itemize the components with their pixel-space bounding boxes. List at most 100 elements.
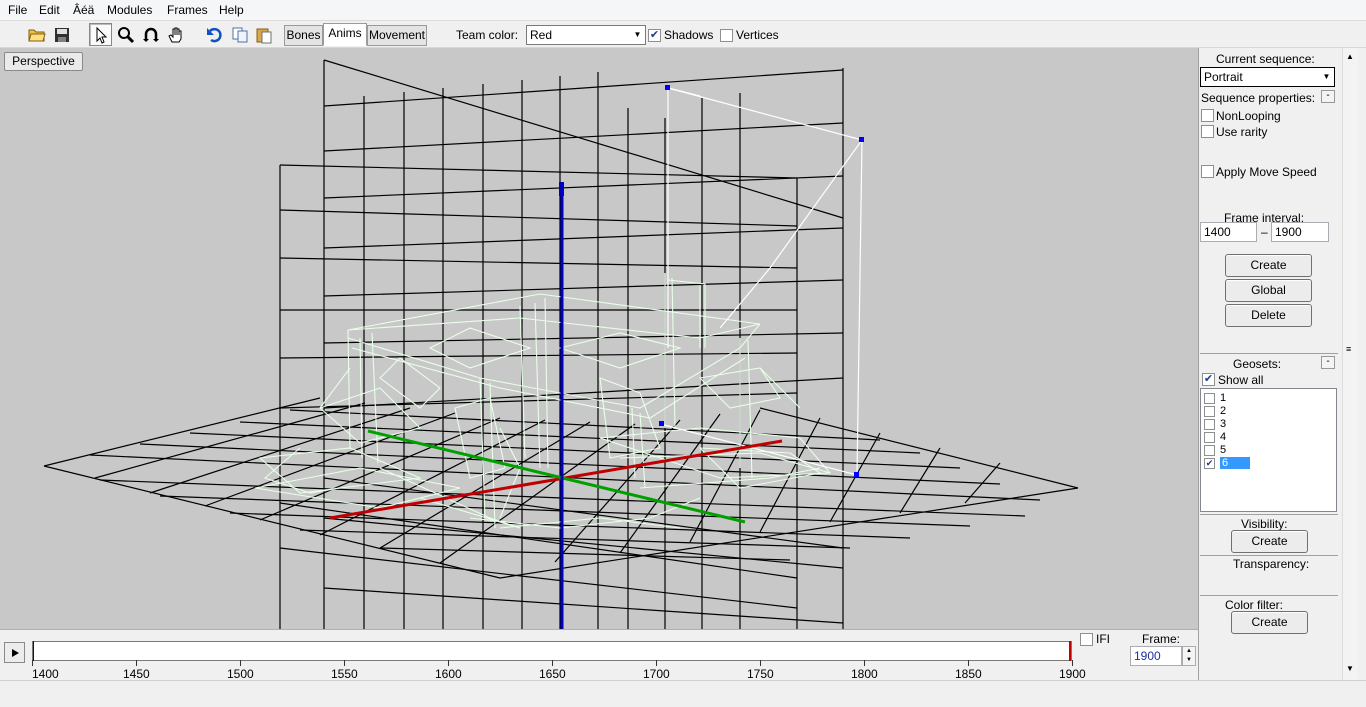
vertices-checkbox[interactable] xyxy=(720,29,733,42)
color-filter-create-button[interactable]: Create xyxy=(1231,611,1308,634)
timeline-tick xyxy=(968,660,969,666)
geoset-list[interactable]: 1 2 3 4 5 ✔ 6 xyxy=(1200,388,1337,512)
divider xyxy=(1200,514,1338,515)
copy-button[interactable] xyxy=(228,23,251,46)
panel-scrollbar[interactable]: ▲ ≡ ▼ xyxy=(1342,48,1358,680)
timeline-cursor[interactable] xyxy=(1069,641,1071,661)
use-rarity-checkbox[interactable] xyxy=(1201,125,1214,138)
perspective-button[interactable]: Perspective xyxy=(4,52,83,71)
color-filter-label: Color filter: xyxy=(1225,598,1284,612)
x-axis xyxy=(329,439,783,520)
nonlooping-label: NonLooping xyxy=(1216,109,1281,123)
pan-tool-button[interactable] xyxy=(164,23,187,46)
apply-move-speed-label: Apply Move Speed xyxy=(1216,165,1317,179)
team-color-select[interactable]: Red ▼ xyxy=(526,25,646,45)
timeline-tick xyxy=(552,660,553,666)
current-sequence-select[interactable]: Portrait ▼ xyxy=(1200,67,1335,87)
menu-edit[interactable]: Edit xyxy=(37,3,62,17)
folder-open-icon xyxy=(27,29,46,41)
magnifier-icon xyxy=(117,26,134,43)
divider xyxy=(1200,595,1338,596)
control-points[interactable] xyxy=(659,85,864,477)
timeline-tick xyxy=(1072,660,1073,666)
scroll-down-icon[interactable]: ▼ xyxy=(1346,664,1354,673)
scroll-up-icon[interactable]: ▲ xyxy=(1346,52,1354,61)
tab-movement[interactable]: Movement xyxy=(367,25,427,46)
tab-bones[interactable]: Bones xyxy=(284,25,323,46)
geoset-checkbox[interactable] xyxy=(1204,432,1215,443)
timeline-tick xyxy=(32,660,33,666)
menu-view[interactable]: Âéä xyxy=(71,3,96,17)
play-button[interactable] xyxy=(4,642,25,663)
status-bar xyxy=(0,680,1366,707)
apply-move-speed-checkbox[interactable] xyxy=(1201,165,1214,178)
frame-input[interactable]: 1900 xyxy=(1130,646,1182,666)
menu-modules[interactable]: Modules xyxy=(105,3,154,17)
timeline: 1400 1450 1500 1550 1600 1650 1700 1750 1800 1850… xyxy=(0,629,1198,681)
timeline-tick-label: 1500 xyxy=(227,667,254,681)
play-icon xyxy=(11,648,19,657)
shadows-checkbox[interactable]: ✔ xyxy=(648,29,661,42)
create-sequence-button[interactable]: Create xyxy=(1225,254,1312,277)
timeline-tick xyxy=(760,660,761,666)
show-all-label: Show all xyxy=(1218,373,1264,387)
menu-frames[interactable]: Frames xyxy=(165,3,210,17)
global-sequence-button[interactable]: Global xyxy=(1225,279,1312,302)
geoset-checkbox[interactable] xyxy=(1204,445,1215,456)
geoset-name: 5 xyxy=(1220,444,1227,456)
save-button[interactable] xyxy=(50,23,73,46)
z-axis-tip xyxy=(559,182,564,196)
nonlooping-checkbox[interactable] xyxy=(1201,109,1214,122)
frame-spinner[interactable]: ▲ ▼ xyxy=(1182,646,1196,666)
paste-button[interactable] xyxy=(252,23,275,46)
menu-help[interactable]: Help xyxy=(217,3,246,17)
timeline-tick xyxy=(344,660,345,666)
select-tool-button[interactable] xyxy=(89,23,112,46)
geosets-label: Geosets: xyxy=(1233,357,1282,371)
undo-button[interactable] xyxy=(203,23,226,46)
scroll-grip-icon[interactable]: ≡ xyxy=(1346,344,1351,354)
timeline-track[interactable] xyxy=(32,641,1072,661)
open-file-button[interactable] xyxy=(25,23,48,46)
timeline-tick-label: 1900 xyxy=(1059,667,1086,681)
geoset-checkbox[interactable] xyxy=(1204,406,1215,417)
timeline-tick xyxy=(240,660,241,666)
delete-sequence-button[interactable]: Delete xyxy=(1225,304,1312,327)
geoset-name: 6 xyxy=(1220,457,1250,469)
team-color-label: Team color: xyxy=(456,28,519,42)
divider xyxy=(1200,353,1338,354)
collapse-properties-button[interactable]: - xyxy=(1321,90,1335,103)
3d-viewport[interactable]: Perspective xyxy=(0,48,1198,629)
menu-file[interactable]: File xyxy=(6,3,29,17)
tab-anims[interactable]: Anims xyxy=(323,23,367,46)
geoset-checkbox[interactable] xyxy=(1204,393,1215,404)
show-all-checkbox[interactable]: ✔ xyxy=(1202,373,1215,386)
zoom-tool-button[interactable] xyxy=(114,23,137,46)
selection-lines xyxy=(659,87,863,476)
sequence-properties-label: Sequence properties: xyxy=(1201,91,1316,105)
hand-icon xyxy=(167,27,181,42)
timeline-tick xyxy=(656,660,657,666)
frame-end-input[interactable]: 1900 xyxy=(1271,222,1329,242)
viewport-canvas xyxy=(43,59,1079,629)
current-sequence-label: Current sequence: xyxy=(1216,52,1315,66)
geoset-checkbox[interactable]: ✔ xyxy=(1204,458,1215,469)
undo-icon xyxy=(206,27,222,42)
timeline-tick-label: 1550 xyxy=(331,667,358,681)
visibility-label: Visibility: xyxy=(1241,517,1288,531)
timeline-tick-label: 1650 xyxy=(539,667,566,681)
current-sequence-value: Portrait xyxy=(1204,70,1243,84)
team-color-value: Red xyxy=(530,28,553,42)
transparency-label: Transparency: xyxy=(1233,557,1310,571)
geoset-name: 3 xyxy=(1220,418,1227,430)
frame-start-input[interactable]: 1400 xyxy=(1200,222,1257,242)
frame-label: Frame: xyxy=(1142,632,1181,646)
timeline-tick xyxy=(864,660,865,666)
collapse-geosets-button[interactable]: - xyxy=(1321,356,1335,369)
divider xyxy=(1200,555,1338,556)
rotate-tool-button[interactable] xyxy=(139,23,162,46)
visibility-create-button[interactable]: Create xyxy=(1231,530,1308,553)
timeline-tick-label: 1400 xyxy=(32,667,59,681)
ifi-checkbox[interactable] xyxy=(1080,633,1093,646)
geoset-checkbox[interactable] xyxy=(1204,419,1215,430)
